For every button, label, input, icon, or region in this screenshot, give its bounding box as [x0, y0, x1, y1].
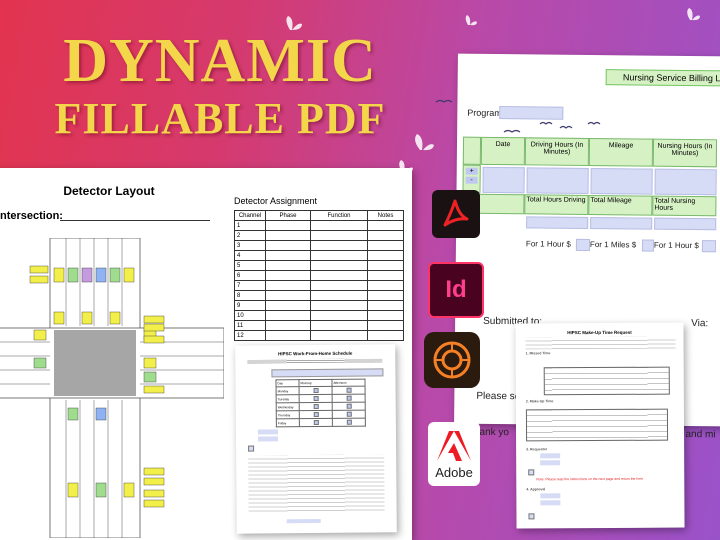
butterfly-decoration	[286, 8, 700, 173]
